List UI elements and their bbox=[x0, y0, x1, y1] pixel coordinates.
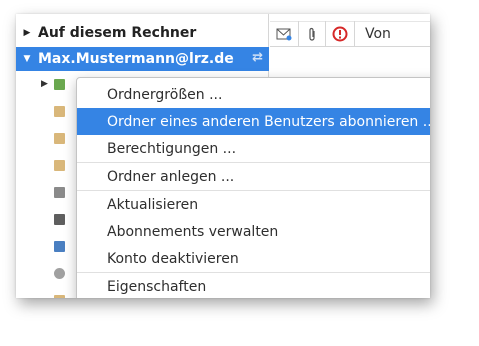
account-local-folders[interactable]: ▶ Auf diesem Rechner bbox=[16, 21, 269, 45]
read-status-column-header[interactable] bbox=[270, 21, 299, 47]
envelope-icon bbox=[276, 28, 292, 40]
inbox-folder-icon[interactable] bbox=[54, 79, 65, 90]
folder-icon[interactable] bbox=[54, 160, 65, 171]
account-label: Max.Mustermann@lrz.de bbox=[38, 51, 234, 67]
menu-item-create-folder[interactable]: Ordner anlegen ... bbox=[77, 163, 430, 190]
account-context-menu: Ordnergrößen ... Ordner eines anderen Be… bbox=[76, 77, 430, 298]
menu-item-permissions[interactable]: Berechtigungen ... bbox=[77, 135, 430, 162]
collapse-arrow-icon[interactable]: ▼ bbox=[16, 54, 38, 64]
expand-arrow-icon[interactable]: ▶ bbox=[41, 79, 48, 89]
attachment-column-header[interactable] bbox=[299, 21, 326, 47]
expand-arrow-icon[interactable]: ▶ bbox=[16, 28, 38, 38]
menu-item-refresh[interactable]: Aktualisieren bbox=[77, 191, 430, 218]
mail-client-window: ▶ Auf diesem Rechner ▼ Max.Mustermann@lr… bbox=[16, 14, 430, 298]
sender-column-header[interactable]: Von bbox=[355, 21, 391, 47]
account-label: Auf diesem Rechner bbox=[38, 25, 197, 41]
menu-item-deactivate-account[interactable]: Konto deaktivieren bbox=[77, 245, 430, 272]
folder-icon[interactable] bbox=[54, 133, 65, 144]
important-column-header[interactable] bbox=[326, 21, 355, 47]
menu-item-subscribe-other-user-folder[interactable]: Ordner eines anderen Benutzers abonniere… bbox=[77, 108, 430, 135]
sync-icon: ⇄ bbox=[252, 50, 263, 65]
templates-folder-icon[interactable] bbox=[54, 241, 65, 252]
important-flag-icon bbox=[332, 26, 348, 42]
folder-icon[interactable] bbox=[54, 295, 65, 298]
account-mail-selected[interactable]: ▼ Max.Mustermann@lrz.de ⇄ bbox=[16, 47, 269, 71]
menu-item-manage-subscriptions[interactable]: Abonnements verwalten bbox=[77, 218, 430, 245]
drafts-folder-icon[interactable] bbox=[54, 187, 65, 198]
trash-folder-icon[interactable] bbox=[54, 214, 65, 225]
message-list-header: Von bbox=[270, 21, 430, 47]
menu-item-properties[interactable]: Eigenschaften bbox=[77, 273, 430, 298]
junk-folder-icon[interactable] bbox=[54, 268, 65, 279]
paperclip-icon bbox=[309, 27, 315, 41]
menu-item-folder-sizes[interactable]: Ordnergrößen ... bbox=[77, 81, 430, 108]
folder-icon[interactable] bbox=[54, 106, 65, 117]
